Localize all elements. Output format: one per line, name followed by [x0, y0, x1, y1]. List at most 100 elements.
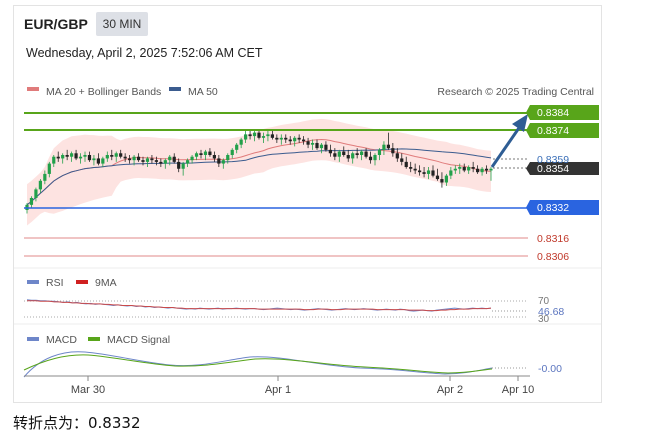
- candle-body: [324, 144, 328, 150]
- candle-body: [266, 134, 270, 137]
- candle-body: [145, 158, 150, 162]
- candle-body: [467, 167, 471, 171]
- candle-body: [315, 142, 319, 149]
- candle-body: [226, 155, 230, 161]
- x-tick-label: Apr 1: [265, 384, 291, 396]
- macd-legend-swatch: [27, 337, 39, 341]
- candle-body: [386, 144, 390, 149]
- candle-body: [382, 144, 386, 150]
- candle-body: [422, 172, 426, 174]
- candle-body: [230, 149, 234, 155]
- candle-body: [346, 155, 350, 159]
- candle-body: [38, 180, 42, 190]
- candle-body: [78, 156, 83, 159]
- candle-body: [114, 153, 118, 157]
- forecast-arrow-shaft: [490, 124, 523, 168]
- candle-body: [261, 136, 266, 138]
- candle-body: [52, 156, 56, 164]
- x-tick-label: Apr 10: [502, 384, 534, 396]
- candle-body: [74, 153, 78, 159]
- candle-body: [34, 189, 38, 198]
- candle-body: [306, 141, 310, 145]
- ma50-legend-swatch: [169, 87, 181, 91]
- candle-body: [391, 148, 395, 154]
- candle-body: [476, 168, 480, 173]
- candle-body: [194, 153, 199, 157]
- candle-body: [404, 161, 408, 168]
- candle-body: [302, 139, 306, 142]
- candle-body: [154, 160, 158, 162]
- candle-body: [163, 160, 167, 164]
- rsi-ma-legend: 9MA: [95, 277, 117, 289]
- candle-body: [235, 144, 239, 150]
- candle-body: [186, 160, 190, 164]
- candle-body: [244, 134, 248, 140]
- rsi-legend: RSI: [46, 277, 64, 289]
- candle-body: [377, 149, 382, 155]
- candle-body: [400, 158, 404, 162]
- candle-body: [70, 153, 74, 157]
- candle-body: [426, 170, 431, 174]
- candle-body: [136, 156, 141, 161]
- candle-body: [275, 137, 279, 140]
- candle-body: [333, 153, 337, 157]
- candle-body: [56, 156, 60, 159]
- candle-body: [328, 149, 332, 154]
- candle-body: [190, 156, 194, 161]
- candle-body: [203, 151, 208, 155]
- candle-body: [342, 151, 346, 155]
- ma20-legend-swatch: [27, 87, 39, 91]
- candle-body: [141, 160, 145, 162]
- candle-body: [413, 168, 417, 171]
- candle-body: [212, 155, 216, 159]
- candle-body: [87, 155, 92, 161]
- candle-body: [284, 137, 288, 140]
- rsi-ma-line: [27, 300, 492, 312]
- candle-body: [435, 175, 440, 180]
- candle-body: [355, 153, 359, 155]
- candle-body: [101, 158, 105, 164]
- candle-body: [440, 179, 444, 183]
- chart-svg: MA 20 + Bollinger Bands MA 50 Research ©…: [14, 86, 601, 396]
- pivot-value: 0.8332: [537, 202, 569, 214]
- candle-body: [480, 168, 484, 173]
- candle-body: [319, 144, 324, 149]
- candle-body: [368, 156, 373, 161]
- macd-signal-line: [23, 354, 493, 374]
- candle-body: [337, 151, 341, 157]
- research-credit: Research © 2025 Trading Central: [437, 86, 594, 98]
- candle-body: [65, 155, 69, 157]
- current-price-tag-pointer: [526, 162, 530, 175]
- candle-body: [248, 134, 252, 137]
- resistance-2-value: 0.8384: [537, 107, 569, 119]
- candle-body: [105, 155, 109, 159]
- candle-body: [217, 158, 221, 164]
- macd-legend: MACD: [46, 334, 77, 346]
- candle-body: [449, 170, 453, 176]
- candle-body: [168, 156, 172, 161]
- candle-body: [462, 167, 466, 171]
- candle-body: [43, 173, 47, 181]
- candle-body: [252, 132, 257, 137]
- x-ticks-group: Mar 30 Apr 1 Apr 2 Apr 10: [71, 376, 534, 396]
- candle-body: [47, 163, 51, 174]
- resistance-1-tag-pointer: [526, 123, 530, 138]
- candle-body: [96, 158, 100, 164]
- rsi-legend-swatch: [27, 280, 39, 284]
- candle-body: [418, 170, 422, 173]
- candle-body: [221, 160, 225, 164]
- candle-body: [128, 158, 132, 161]
- ma20-legend: MA 20 + Bollinger Bands: [46, 86, 161, 98]
- pivot-tag-pointer: [526, 200, 530, 215]
- candle-body: [395, 153, 399, 159]
- candle-body: [310, 142, 315, 145]
- candle-body: [199, 153, 203, 155]
- support-2-value: 0.8306: [537, 251, 569, 263]
- candle-body: [364, 151, 368, 157]
- resistance-1-value: 0.8374: [537, 125, 569, 137]
- candle-body: [351, 153, 355, 159]
- rsi-value: 46.68: [538, 306, 564, 318]
- candle-body: [257, 132, 261, 138]
- x-tick-label: Apr 2: [437, 384, 463, 396]
- candle-body: [270, 134, 274, 138]
